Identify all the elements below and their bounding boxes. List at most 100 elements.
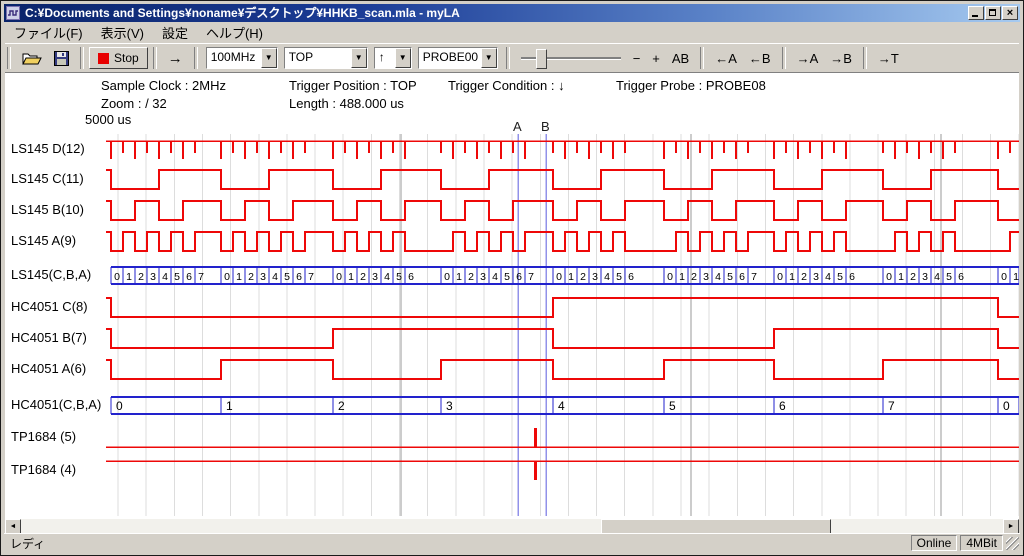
bus-value: 3 (150, 271, 156, 283)
toolbar-separator (700, 47, 704, 69)
trigger-probe-combo[interactable]: PROBE00 ▼ (418, 47, 498, 69)
bus-value: 3 (480, 271, 486, 283)
stop-button[interactable]: Stop (89, 47, 148, 69)
bus-value: 3 (813, 271, 819, 283)
run-button[interactable]: → (162, 46, 189, 70)
bus-value: 4 (492, 271, 498, 283)
toolbar-separator (863, 47, 867, 69)
bus-value: 6 (739, 271, 745, 283)
bus-value: 0 (114, 271, 120, 283)
move-left-to-b-button[interactable]: ←B (743, 46, 777, 70)
bus-value: 5 (174, 271, 180, 283)
move-right-to-a-button[interactable]: →A (791, 46, 825, 70)
menu-view[interactable]: 表示(V) (92, 22, 153, 43)
run-arrow-icon: → (168, 50, 183, 67)
cursor-a-label[interactable]: A (513, 119, 522, 134)
zoom-out-button[interactable]: − (627, 46, 647, 70)
close-button[interactable]: × (1002, 6, 1018, 20)
trigger-position-info: Trigger Position : TOP (289, 78, 417, 93)
stop-label: Stop (114, 51, 139, 65)
sample-clock-info: Sample Clock : 2MHz (101, 78, 226, 93)
bus-value: 3 (372, 271, 378, 283)
bus-value: 7 (751, 271, 757, 283)
bus-value: 2 (360, 271, 366, 283)
bus-value: 7 (198, 271, 204, 283)
bus-value: 6 (516, 271, 522, 283)
bus-value: 6 (628, 271, 634, 283)
toolbar-separator (153, 47, 157, 69)
bus-value: 3 (446, 399, 453, 413)
app-icon (6, 6, 20, 20)
bus-value: 4 (825, 271, 831, 283)
channel-label: HC4051 C(8) (11, 299, 88, 314)
chevron-down-icon[interactable]: ▼ (481, 48, 497, 68)
ab-button[interactable]: AB (666, 46, 695, 70)
bus-value: 6 (779, 399, 786, 413)
minimize-button[interactable] (968, 6, 984, 20)
bus-value: 1 (456, 271, 462, 283)
bus-value: 6 (296, 271, 302, 283)
bus-value: 4 (384, 271, 390, 283)
save-button[interactable] (48, 46, 75, 70)
waveform-plot[interactable]: 0123456701234567012345601234567012345601… (106, 134, 1019, 516)
bus-value: 7 (528, 271, 534, 283)
bus-value: 1 (1013, 271, 1019, 283)
bus-value: 3 (260, 271, 266, 283)
bus-value: 5 (727, 271, 733, 283)
bus-value: 5 (396, 271, 402, 283)
cursor-b-label[interactable]: B (541, 119, 550, 134)
sample-rate-value: 100MHz (207, 48, 261, 68)
channel-label: HC4051 B(7) (11, 330, 87, 345)
zoom-in-button[interactable]: + (646, 46, 666, 70)
bus-value: 5 (504, 271, 510, 283)
bus-value: 0 (667, 271, 673, 283)
trigger-position-combo[interactable]: TOP ▼ (284, 47, 368, 69)
trigger-edge-combo[interactable]: ↑ ▼ (374, 47, 412, 69)
trigger-probe-info: Trigger Probe : PROBE08 (616, 78, 766, 93)
goto-trigger-button[interactable]: →T (872, 46, 905, 70)
maximize-button[interactable] (985, 6, 1001, 20)
zoom-info: Zoom : / 32 (101, 96, 167, 111)
channel-label: HC4051(C,B,A) (11, 397, 101, 412)
move-right-to-b-button[interactable]: →B (824, 46, 858, 70)
slider-thumb[interactable] (536, 49, 547, 69)
bus-value: 1 (789, 271, 795, 283)
toolbar: Stop → 100MHz ▼ TOP ▼ ↑ ▼ PROBE00 ▼ − + … (5, 43, 1019, 73)
toolbar-separator (782, 47, 786, 69)
chevron-down-icon[interactable]: ▼ (261, 48, 277, 68)
bus-value: 4 (934, 271, 940, 283)
statusbar: レディ Online 4MBit (4, 533, 1020, 552)
waveform-trace (106, 360, 1019, 379)
move-left-to-a-button[interactable]: ←A (709, 46, 743, 70)
bus-value: 4 (272, 271, 278, 283)
bus-value: 6 (849, 271, 855, 283)
bus-value: 3 (703, 271, 709, 283)
bus-value: 2 (248, 271, 254, 283)
menu-help[interactable]: ヘルプ(H) (197, 22, 272, 43)
bus-value: 6 (408, 271, 414, 283)
bus-value: 1 (898, 271, 904, 283)
channel-label: TP1684 (4) (11, 462, 76, 477)
open-file-button[interactable] (16, 46, 48, 70)
resize-grip[interactable] (1006, 537, 1019, 550)
bus-value: 5 (669, 399, 676, 413)
open-folder-icon (22, 51, 42, 66)
bus-value: 5 (284, 271, 290, 283)
bus-value: 4 (604, 271, 610, 283)
chevron-down-icon[interactable]: ▼ (351, 48, 367, 68)
bus-value: 2 (801, 271, 807, 283)
toolbar-separator (7, 47, 11, 69)
menu-file[interactable]: ファイル(F) (5, 22, 92, 43)
zoom-slider[interactable] (521, 47, 621, 69)
bus-value: 4 (715, 271, 721, 283)
menu-settings[interactable]: 設定 (153, 22, 197, 43)
waveform-trace (106, 298, 1019, 317)
trigger-edge-value: ↑ (375, 48, 395, 68)
sample-rate-combo[interactable]: 100MHz ▼ (206, 47, 278, 69)
bus-value: 4 (162, 271, 168, 283)
bus-value: 1 (348, 271, 354, 283)
chevron-down-icon[interactable]: ▼ (395, 48, 411, 68)
close-icon: × (1003, 7, 1017, 19)
bus-value: 2 (468, 271, 474, 283)
waveform-trace (106, 170, 1019, 189)
